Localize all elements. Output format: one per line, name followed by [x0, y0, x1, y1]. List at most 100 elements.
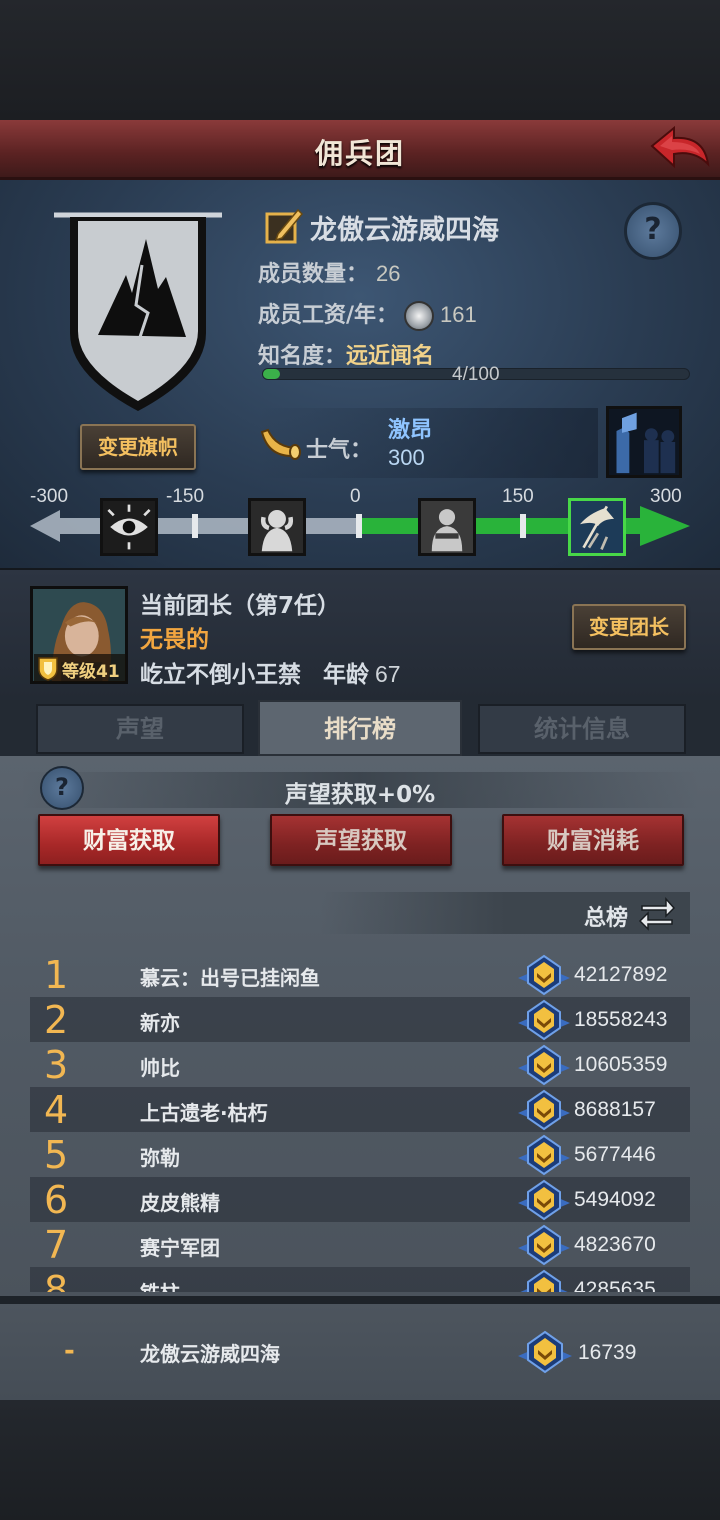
ranking-row[interactable]: 4 上古遗老·枯朽 8688157: [30, 1087, 690, 1132]
reputation-emblem-icon: [518, 1089, 570, 1131]
guild-name: 弥勒: [140, 1146, 180, 1170]
top-bezel: [0, 0, 720, 120]
fame-progress-text: 4/100: [452, 364, 500, 385]
ranking-value: 4823670: [574, 1233, 656, 1256]
level-text: 等级41: [62, 662, 120, 682]
members-label: 成员数量：: [258, 262, 369, 287]
ranking-value: 18558243: [574, 1008, 668, 1031]
self-value: 16739: [578, 1341, 637, 1364]
help-icon[interactable]: ?: [624, 202, 682, 260]
tab-leaderboard[interactable]: 排行榜: [258, 700, 462, 756]
morale-tick-label: 150: [502, 486, 534, 507]
scope-label[interactable]: 总榜: [584, 900, 628, 932]
guild-name: 慕云：出号已挂闲鱼: [140, 966, 320, 990]
tick-mark: [192, 514, 198, 538]
ranking-value: 42127892: [574, 963, 668, 986]
ranking-row[interactable]: 7 赛宁军团 4823670: [30, 1222, 690, 1267]
leader-title: 当前团长（第7任）: [140, 593, 341, 619]
swap-arrows-icon[interactable]: [638, 894, 676, 932]
ranking-row[interactable]: 8 铁柱 4285635: [30, 1267, 690, 1292]
age-value: 67: [375, 661, 401, 687]
ranking-list: 1 慕云：出号已挂闲鱼 42127892 2 新亦 18558243 3 帅比 10605359…: [30, 952, 690, 1292]
morale-tick-label: 0: [350, 486, 361, 507]
fame-label: 知名度：: [258, 344, 347, 369]
army-icon[interactable]: [606, 406, 682, 478]
horn-icon: [260, 428, 301, 460]
scope-bar: [320, 892, 690, 934]
morale-state: 激昂: [388, 418, 433, 443]
morale-tick-label: -300: [30, 486, 69, 507]
reputation-emblem-icon: [518, 954, 570, 996]
reputation-emblem-icon: [518, 1179, 570, 1221]
fame-value: 远近闻名: [346, 344, 435, 369]
guild-name: 皮皮熊精: [140, 1191, 220, 1215]
morale-tick-label: 300: [650, 486, 682, 507]
fame-progress-fill: [263, 369, 281, 379]
rank-number: 4: [44, 1088, 69, 1132]
rank-number: 2: [44, 998, 69, 1042]
rank-number: 3: [44, 1043, 69, 1087]
level-badge: 等级41: [34, 654, 126, 682]
salary-value: 161: [440, 302, 477, 327]
guild-name: 上古遗老·枯朽: [140, 1101, 268, 1125]
self-guild-name: 龙傲云游威四海: [140, 1342, 280, 1366]
despair-icon[interactable]: [248, 498, 306, 556]
ranking-value: 5677446: [574, 1143, 656, 1166]
morale-value: 300: [388, 445, 425, 470]
edit-name-icon[interactable]: [264, 204, 304, 246]
guild-name: 赛宁军团: [140, 1236, 220, 1260]
ranking-value: 5494092: [574, 1188, 656, 1211]
divider: [0, 1296, 720, 1304]
banner-charge-icon[interactable]: [568, 498, 626, 556]
reputation-bonus-text: 声望获取+0%: [284, 782, 436, 808]
reputation-emblem-icon: [518, 1044, 570, 1086]
guild-name: 帅比: [140, 1056, 180, 1080]
reputation-emblem-icon: [518, 1330, 572, 1374]
tab-statistics[interactable]: 统计信息: [478, 704, 686, 754]
self-rank: -: [64, 1336, 75, 1366]
reputation-emblem-icon: [518, 1224, 570, 1266]
ranking-row[interactable]: 5 弥勒 5677446: [30, 1132, 690, 1177]
resigned-icon[interactable]: [418, 498, 476, 556]
ranking-value: 4285635: [574, 1278, 656, 1292]
members-row: 成员数量： 26: [258, 256, 401, 288]
morale-label: 士气：: [306, 438, 373, 463]
reputation-emblem-icon: [518, 1134, 570, 1176]
guild-name: 龙傲云游威四海: [310, 215, 499, 246]
ranking-value: 8688157: [574, 1098, 656, 1121]
bottom-bezel: [0, 1400, 720, 1520]
leader-name-row: 屹立不倒小王禁 年龄 67: [140, 655, 401, 689]
back-arrow-icon[interactable]: [648, 124, 712, 176]
tick-mark: [356, 514, 362, 538]
salary-label: 成员工资/年：: [258, 303, 399, 328]
rank-number: 8: [44, 1268, 69, 1292]
ranking-row[interactable]: 1 慕云：出号已挂闲鱼 42127892: [30, 952, 690, 997]
rank-number: 7: [44, 1223, 69, 1267]
eye-spiral-icon[interactable]: [100, 498, 158, 556]
morale-tick-label: -150: [166, 486, 205, 507]
ranking-row[interactable]: 3 帅比 10605359: [30, 1042, 690, 1087]
reputation-emblem-icon: [518, 999, 570, 1041]
ranking-value: 10605359: [574, 1053, 668, 1076]
age-label: 年龄: [323, 662, 370, 688]
wealth-spent-button[interactable]: 财富消耗: [502, 814, 684, 866]
change-flag-button[interactable]: 变更旗帜: [80, 424, 196, 470]
tick-mark: [520, 514, 526, 538]
change-leader-button[interactable]: 变更团长: [572, 604, 686, 650]
ranking-row[interactable]: 2 新亦 18558243: [30, 997, 690, 1042]
rank-number: 5: [44, 1133, 69, 1177]
page-title: 佣兵团: [314, 137, 405, 170]
leader-trait: 无畏的: [140, 627, 209, 653]
guild-name: 新亦: [140, 1011, 180, 1035]
ranking-row[interactable]: 6 皮皮熊精 5494092: [30, 1177, 690, 1222]
silver-coin-icon: [404, 301, 435, 331]
guild-banner-shield-icon: [54, 212, 222, 411]
wealth-gain-button[interactable]: 财富获取: [38, 814, 220, 866]
guild-name: 铁柱: [140, 1277, 180, 1292]
fame-row: 知名度：远近闻名: [258, 338, 434, 370]
leader-name: 屹立不倒小王禁: [140, 662, 301, 688]
salary-row: 成员工资/年： 161: [258, 297, 477, 331]
reputation-gain-button[interactable]: 声望获取: [270, 814, 452, 866]
title-bar: 佣兵团: [0, 120, 720, 180]
tab-reputation[interactable]: 声望: [36, 704, 244, 754]
